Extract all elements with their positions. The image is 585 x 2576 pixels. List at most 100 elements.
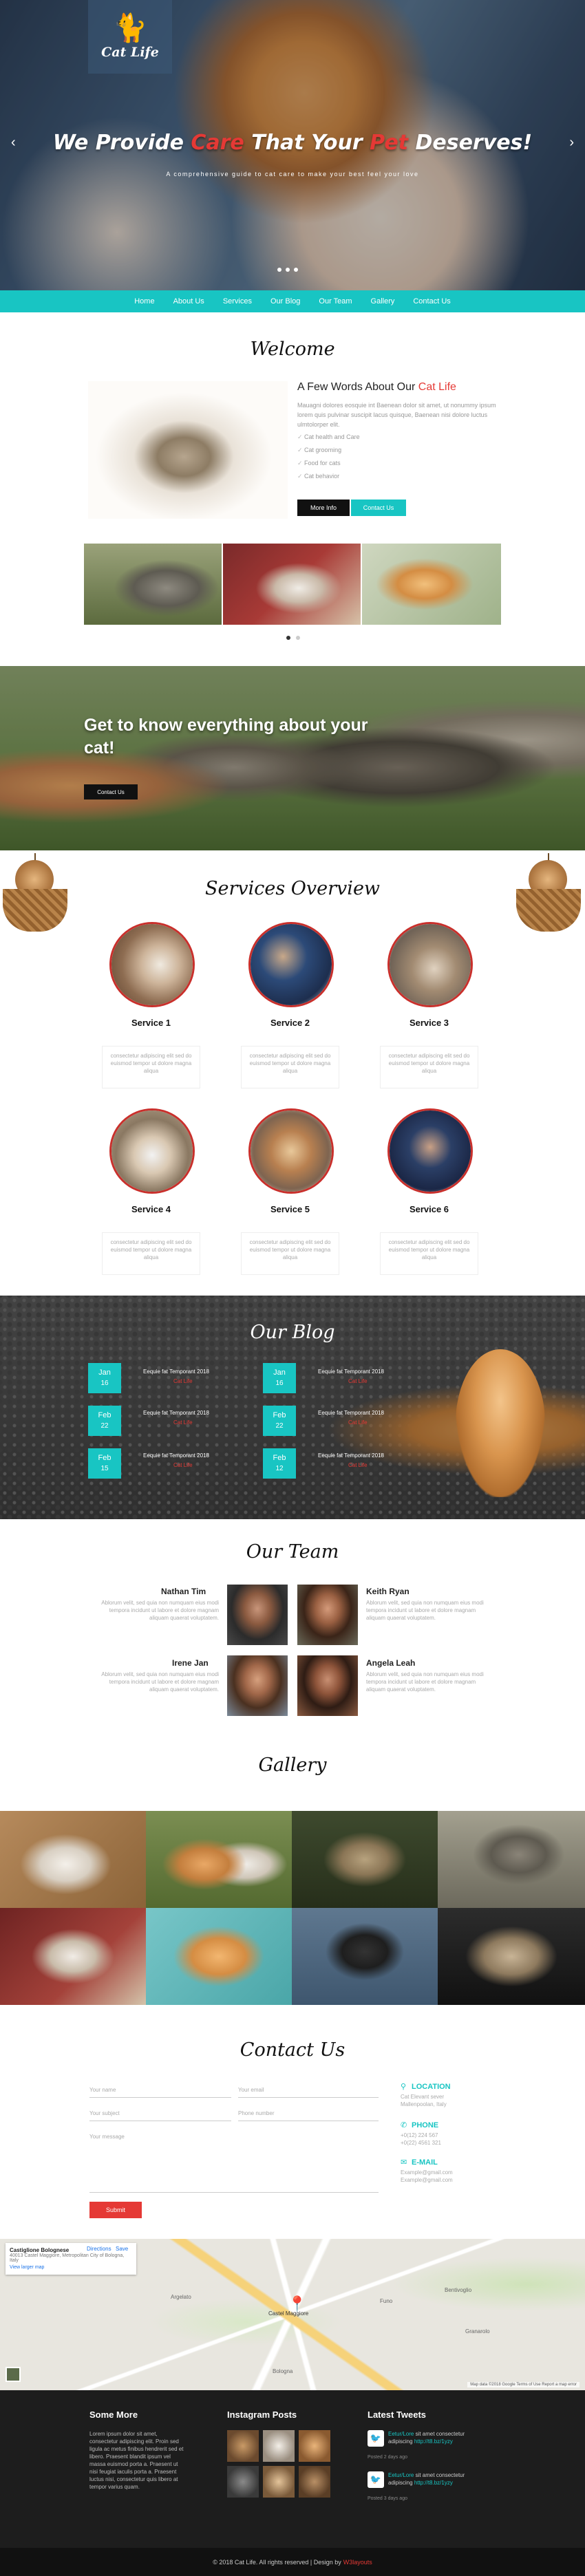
service-name: Service 4 [131, 1204, 171, 1214]
gallery-heading-section: Gallery [0, 1734, 585, 1811]
team-member-photo [297, 1655, 358, 1716]
email-icon: ✉ [401, 2158, 407, 2167]
blog-post-title[interactable]: Eequie fat Temporant 2018 [143, 1368, 209, 1375]
carousel-dots[interactable] [286, 636, 300, 640]
service-card[interactable]: Service 3 [380, 922, 478, 1038]
nav-home[interactable]: Home [134, 297, 154, 305]
know-contact-button[interactable]: Contact Us [84, 784, 138, 799]
footer: Some More Lorem ipsum dolor sit amet, co… [0, 2390, 585, 2548]
nav-team[interactable]: Our Team [319, 297, 352, 305]
main-nav: Home About Us Services Our Blog Our Team… [0, 290, 585, 312]
team-member-bio: Ablorum velit, sed quia non numquam eius… [366, 1671, 484, 1693]
blog-title: Our Blog [250, 1322, 335, 1343]
service-card[interactable]: Service 1 [102, 922, 200, 1038]
directions-link[interactable]: Directions [87, 2246, 111, 2252]
map-place-name: Castiglione Bolognese [10, 2247, 70, 2253]
instagram-post[interactable] [227, 2466, 259, 2498]
team-member-photo [227, 1585, 288, 1645]
save-link[interactable]: Save [116, 2246, 128, 2252]
nav-blog[interactable]: Our Blog [270, 297, 300, 305]
nav-about[interactable]: About Us [173, 297, 204, 305]
service-card[interactable]: Service 5 [241, 1108, 339, 1225]
subject-field[interactable]: Your subject [89, 2109, 231, 2121]
gallery-image[interactable] [292, 1811, 438, 1908]
view-larger-map-link[interactable]: View larger map [10, 2265, 132, 2270]
list-item: Cat health and Care [297, 433, 360, 447]
copyright-bar: © 2018 Cat Life. All rights reserved | D… [0, 2548, 585, 2576]
team-member-bio: Ablorum velit, sed quia non numquam eius… [366, 1600, 484, 1621]
team-section: Our Team Nathan Tim Ablorum velit, sed q… [0, 1519, 585, 1734]
message-field[interactable]: Your message [89, 2132, 379, 2193]
logo-text: Cat Life [101, 44, 159, 60]
carousel-image[interactable] [84, 544, 222, 625]
services-title: Services Overview [204, 878, 381, 899]
gallery-image[interactable] [292, 1908, 438, 2005]
blog-post-title[interactable]: Eequie fat Temporant 2018 [318, 1368, 384, 1375]
nav-contact[interactable]: Contact Us [413, 297, 450, 305]
gallery-image[interactable] [146, 1908, 292, 2005]
service-card[interactable]: Service 6 [380, 1108, 478, 1225]
team-member-name: Nathan Tim [161, 1587, 206, 1596]
service-name: Service 3 [409, 1018, 449, 1028]
blog-post-title[interactable]: Eequie fat Temporant 2018 [143, 1452, 209, 1459]
twitter-icon: 🐦 [368, 2430, 384, 2447]
welcome-cat-image [88, 381, 288, 519]
map-pin-label: Castel Maggiore [268, 2310, 309, 2317]
name-field[interactable]: Your name [89, 2085, 231, 2098]
service-card[interactable]: Service 2 [241, 922, 339, 1038]
welcome-paragraph: Mauagni dolores eosquie int Baenean dolo… [297, 402, 496, 428]
list-item: Cat behavior [297, 473, 360, 486]
map-label: Granarolo [465, 2328, 490, 2334]
blog-post-author: Cat Life [348, 1419, 368, 1426]
blog-post-title[interactable]: Eequie fat Temporant 2018 [143, 1410, 209, 1416]
map-label: Bologna [273, 2368, 293, 2374]
blog-post-title[interactable]: Eequie fat Temporant 2018 [318, 1410, 384, 1416]
nav-services[interactable]: Services [223, 297, 252, 305]
cat-logo-icon: 🐈 [113, 12, 147, 43]
submit-button[interactable]: Submit [89, 2202, 142, 2218]
carousel-dot[interactable] [296, 636, 300, 640]
blog-section: Our Blog Jan 16 Eequie fat Temporant 2018… [0, 1296, 585, 1519]
slider-dot[interactable] [286, 268, 290, 272]
team-member-name: Irene Jan [172, 1658, 209, 1668]
nav-gallery[interactable]: Gallery [371, 297, 395, 305]
service-name: Service 5 [270, 1204, 310, 1214]
map-section[interactable]: Castiglione Bolognese 40013 Castel Maggi… [0, 2239, 585, 2390]
instagram-post[interactable] [227, 2430, 259, 2462]
slider-dot[interactable] [277, 268, 281, 272]
contact-us-button[interactable]: Contact Us [351, 500, 406, 516]
gallery-image[interactable] [0, 1908, 146, 2005]
slider-dots[interactable] [277, 268, 298, 272]
team-member-bio: Ablorum velit, sed quia non numquam eius… [101, 1671, 219, 1693]
slider-dot[interactable] [294, 268, 298, 272]
service-card[interactable]: Service 4 [102, 1108, 200, 1225]
location-text: Cat Elevant sever Mallenpoolan, Italy [401, 2094, 447, 2107]
designer-link[interactable]: W3layouts [343, 2559, 372, 2566]
gallery-image[interactable] [438, 1811, 585, 1908]
service-description: consectetur adipiscing elit sed do euism… [380, 1046, 478, 1088]
gallery-image[interactable] [438, 1908, 585, 2005]
logo[interactable]: 🐈 Cat Life [88, 0, 172, 74]
team-title: Our Team [246, 1541, 339, 1563]
blog-post-author: Cat Life [173, 1419, 193, 1426]
carousel-dot[interactable] [286, 636, 290, 640]
email-field[interactable]: Your email [238, 2085, 379, 2098]
gallery-image[interactable] [0, 1811, 146, 1908]
instagram-post[interactable] [299, 2466, 330, 2498]
carousel-image[interactable] [362, 544, 501, 625]
instagram-post[interactable] [299, 2430, 330, 2462]
gallery-image[interactable] [146, 1811, 292, 1908]
carousel-image[interactable] [223, 544, 361, 625]
email-text: Example@gmail.com Example@gmail.com [401, 2169, 453, 2183]
more-info-button[interactable]: More Info [297, 500, 350, 516]
footer-col1-text: Lorem ipsum dolor sit amet, consectetur … [89, 2431, 184, 2490]
blog-post-title[interactable]: Eequie fat Temporant 2018 [318, 1452, 384, 1459]
instagram-post[interactable] [263, 2466, 295, 2498]
phone-field[interactable]: Phone number [238, 2109, 379, 2121]
contact-title: Contact Us [240, 2039, 345, 2061]
blog-post-author: Cat Life [173, 1378, 193, 1384]
instagram-post[interactable] [263, 2430, 295, 2462]
map-credit: Map data ©2018 Google Terms of Use Repor… [467, 2382, 579, 2387]
copyright-text: © 2018 Cat Life. All rights reserved | D… [213, 2558, 341, 2566]
map-thumbnail[interactable] [6, 2367, 21, 2382]
